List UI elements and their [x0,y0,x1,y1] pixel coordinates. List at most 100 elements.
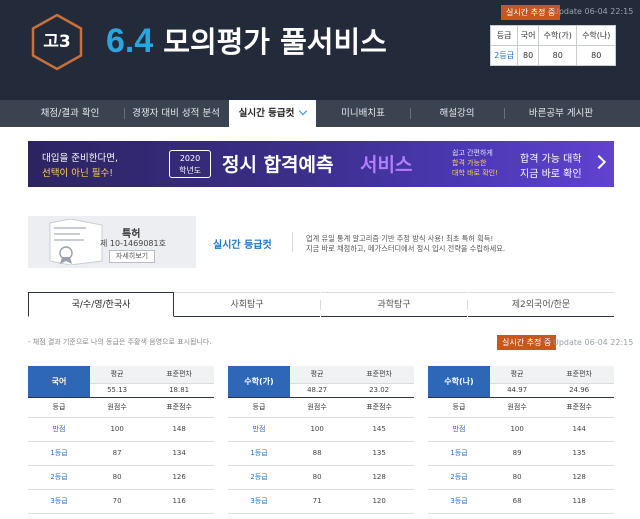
grade-cell[interactable]: 1등급 [228,441,290,466]
table-row: 1등급 89 135 [428,441,614,466]
std-cell: 126 [144,465,214,490]
score-table-math-na: 수학(나) 평균 표준편차 44.97 24.96 등급 원점수 표준점수 만점… [428,366,614,514]
table-row: 2등급 80 126 [28,465,214,490]
title-text: 모의평가 풀서비스 [163,25,387,59]
patent-label: 실시간 등급컷 [213,240,272,251]
live-estimate-badge: 실시간 추정 중 [501,5,561,20]
patent-divider [292,232,293,252]
header-sd: 표준편차 [144,366,214,384]
banner-year-badge: 2020 학년도 [169,150,211,178]
banner-headline: 정시 합격예측 [222,154,334,176]
header-grade: 등급 [228,397,290,418]
grade-cell[interactable]: 3등급 [228,489,290,514]
table-row: 1등급 87 134 [28,441,214,466]
raw-cell: 80 [290,465,345,490]
std-cell: 116 [144,489,214,514]
mini-row-math-ga: 80 [537,45,578,66]
banner-line1: 대입을 준비한다면, [42,153,118,164]
table-row: 3등급 68 118 [428,489,614,514]
mini-row-grade[interactable]: 2등급 [489,45,519,66]
banner-line2: 선택이 아닌 필수! [42,168,114,179]
nav-item-grade-cut-label: 실시간 등급컷 [238,108,295,119]
nav-item-mini-table[interactable]: 미니배치표 [318,100,408,127]
raw-cell: 88 [290,441,345,466]
tab-social-studies[interactable]: 사회탐구 [174,292,320,317]
mini-row-math-na: 80 [576,45,616,66]
grade-cell[interactable]: 2등급 [428,465,490,490]
table-row: 2등급 80 128 [428,465,614,490]
header-raw: 원점수 [490,397,545,418]
banner-right1: 합격 가능 대학 [520,154,582,165]
grade-cell[interactable]: 2등급 [228,465,290,490]
patent-detail-button[interactable]: 자세히보기 [109,250,155,263]
raw-cell: 87 [90,441,145,466]
banner-right2: 지금 바로 확인 [520,169,582,180]
raw-cell: 100 [490,417,545,442]
sd-value: 23.02 [344,383,414,398]
std-cell: 134 [144,441,214,466]
nav-item-scoring[interactable]: 채점/결과 확인 [20,100,120,127]
raw-cell: 70 [90,489,145,514]
grade-badge: 고3 [27,12,87,72]
tab-second-language[interactable]: 제2외국어/한문 [468,292,614,317]
banner-small3: 대학 바로 확인! [452,169,498,177]
grade-cell[interactable]: 만점 [428,417,490,442]
page-title: 6.4 모의평가 풀서비스 [106,16,387,66]
score-table-math-ga: 수학(가) 평균 표준편차 48.27 23.02 등급 원점수 표준점수 만점… [228,366,414,514]
grade-cell[interactable]: 2등급 [28,465,90,490]
banner-small1: 쉽고 간편하게 [452,149,493,157]
nav-item-grade-cut[interactable]: 실시간 등급컷 [229,100,316,127]
mini-header-grade: 등급 [489,25,519,46]
mini-grade-cut-table: 등급 국어 수학(가) 수학(나) 2등급 80 80 80 [489,25,616,66]
avg-value: 48.27 [290,383,345,398]
score-table-korean: 국어 평균 표준편차 55.13 18.81 등급 원점수 표준점수 만점 10… [28,366,214,514]
raw-cell: 68 [490,489,545,514]
banner-year: 2020 [179,154,201,163]
header-avg: 평균 [90,366,145,384]
table-row: 만점 100 145 [228,417,414,442]
sd-value: 24.96 [544,383,614,398]
grade-cell[interactable]: 만점 [228,417,290,442]
grade-badge-label: 고3 [43,32,71,52]
std-cell: 144 [544,417,614,442]
admission-banner[interactable]: 대입을 준비한다면, 선택이 아닌 필수! 2020 학년도 정시 합격예측 서… [28,141,614,187]
std-cell: 120 [344,489,414,514]
header-sd: 표준편차 [344,366,414,384]
nav-item-lecture[interactable]: 해설강의 [412,100,502,127]
tab-korean-math-english[interactable]: 국/수/영/한국사 [28,292,174,317]
std-cell: 128 [344,465,414,490]
std-cell: 135 [544,441,614,466]
grade-cell[interactable]: 3등급 [428,489,490,514]
tab-science[interactable]: 과학탐구 [321,292,467,317]
banner-small2: 합격 가능한 [452,159,487,167]
header-raw: 원점수 [90,397,145,418]
subject-name: 수학(가) [228,366,290,398]
patent-box: 특허 제 10-1469081호 자세히보기 [28,216,196,268]
mini-header-korean: 국어 [517,25,539,46]
table-row: 만점 100 148 [28,417,214,442]
banner-year-sub: 학년도 [178,166,202,175]
grade-note: - 채점 결과 기준으로 나의 등급은 주황색 음영으로 표시됩니다. [28,338,212,346]
grade-cell[interactable]: 1등급 [28,441,90,466]
avg-value: 55.13 [90,383,145,398]
main-nav: 채점/결과 확인 경쟁자 대비 성적 분석 실시간 등급컷 미니배치표 해설강의… [0,100,640,127]
mini-header-math-ga: 수학(가) [537,25,578,46]
raw-cell: 80 [490,465,545,490]
patent-desc-line2: 지금 바로 채점하고, 메가스터디에서 정시 입시 전략을 수립하세요. [306,244,506,253]
nav-item-analysis[interactable]: 경쟁자 대비 성적 분석 [126,100,226,127]
nav-item-board[interactable]: 바른공부 게시판 [506,100,616,127]
grade-cell[interactable]: 1등급 [428,441,490,466]
grade-cell[interactable]: 3등급 [28,489,90,514]
patent-desc-line1: 업계 유일 통계 알고리즘 기반 추정 방식 사용! 최초 특허 획득! [306,234,494,243]
live-estimate-badge-mid: 실시간 추정 중 [497,335,557,350]
chevron-right-icon [591,154,607,170]
grade-cell[interactable]: 만점 [28,417,90,442]
header-grade: 등급 [28,397,90,418]
certificate-icon [48,219,104,265]
raw-cell: 100 [90,417,145,442]
title-number: 6.4 [106,22,154,60]
patent-number: 제 10-1469081호 [100,239,166,248]
std-cell: 135 [344,441,414,466]
chevron-down-icon [299,106,308,116]
table-row: 2등급 80 128 [228,465,414,490]
